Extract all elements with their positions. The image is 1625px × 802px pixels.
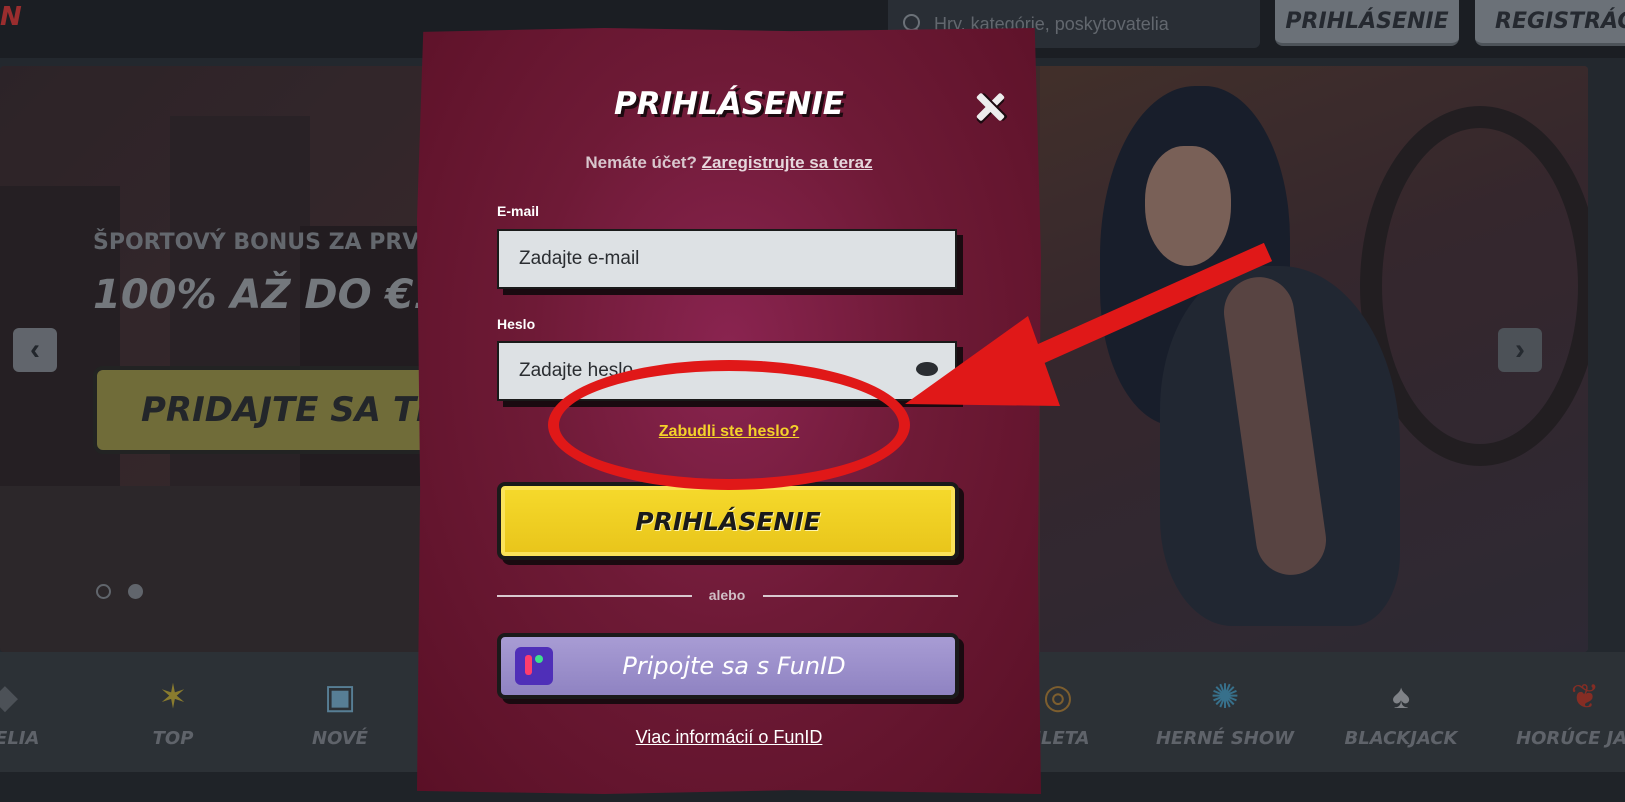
no-account-label: Nemáte účet? — [585, 153, 697, 172]
funid-button[interactable]: Pripojte sa s FunID — [497, 633, 959, 699]
email-label: E-mail — [497, 203, 540, 219]
annotation-ellipse — [548, 360, 910, 490]
login-button[interactable]: PRIHLÁSENIE — [497, 482, 959, 560]
register-link[interactable]: Zaregistrujte sa teraz — [702, 153, 873, 172]
funid-logo-icon — [515, 647, 553, 685]
eye-icon[interactable] — [916, 362, 938, 376]
divider-line — [763, 595, 958, 597]
email-field[interactable]: Zadajte e-mail — [497, 229, 957, 289]
divider-line — [497, 595, 692, 597]
divider-text: alebo — [708, 587, 746, 603]
modal-title: PRIHLÁSENIE — [614, 86, 844, 122]
funid-button-label: Pripojte sa s FunID — [622, 652, 846, 680]
close-icon[interactable] — [975, 92, 1005, 122]
funid-info-link[interactable]: Viac informácií o FunID — [417, 727, 1041, 748]
no-account-text: Nemáte účet? Zaregistrujte sa teraz — [417, 153, 1041, 173]
password-label: Heslo — [497, 316, 536, 332]
